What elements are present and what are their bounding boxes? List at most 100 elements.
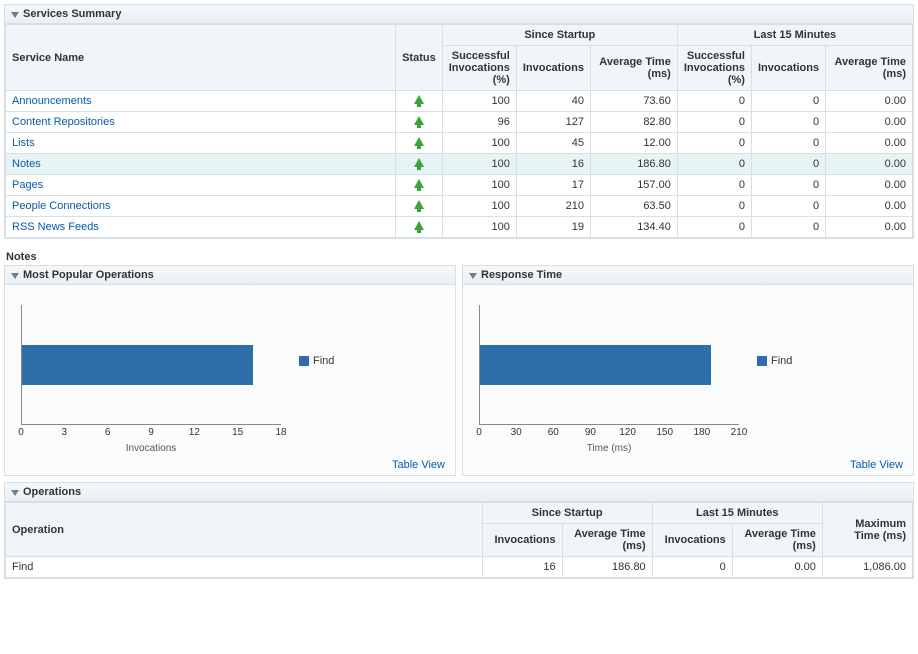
- cell-inv: 17: [516, 175, 590, 196]
- operations-header[interactable]: Operations: [5, 483, 913, 502]
- col-avg-startup[interactable]: Average Time (ms): [590, 46, 677, 91]
- response-time-header[interactable]: Response Time: [463, 266, 913, 285]
- collapse-icon[interactable]: [11, 273, 19, 279]
- chart-tick: 9: [148, 427, 154, 438]
- cell-succ: 100: [442, 175, 516, 196]
- col-succ-startup[interactable]: Successful Invocations (%): [442, 46, 516, 91]
- collapse-icon[interactable]: [11, 12, 19, 18]
- col-succ-last15[interactable]: Successful Invocations (%): [677, 46, 751, 91]
- cell-op: Find: [6, 557, 483, 578]
- operations-table: Operation Since Startup Last 15 Minutes …: [5, 502, 913, 578]
- cell-succ: 96: [442, 112, 516, 133]
- response-time-panel: Response Time Find 0306090120150180210 T…: [462, 265, 914, 476]
- cell-lsucc: 0: [677, 91, 751, 112]
- chart-tick: 0: [18, 427, 24, 438]
- chart-xlabel: Time (ms): [479, 443, 739, 454]
- cell-lavg: 0.00: [826, 154, 913, 175]
- chart-xlabel: Invocations: [21, 443, 281, 454]
- collapse-icon[interactable]: [11, 490, 19, 496]
- cell-lavg: 0.00: [826, 175, 913, 196]
- cell-inv: 19: [516, 217, 590, 238]
- cell-lsucc: 0: [677, 112, 751, 133]
- cell-lsucc: 0: [677, 133, 751, 154]
- col-group-last15: Last 15 Minutes: [652, 503, 822, 524]
- cell-lavg: 0.00: [732, 557, 822, 578]
- table-row[interactable]: Notes10016186.80000.00: [6, 154, 913, 175]
- status-up-icon: [414, 221, 424, 230]
- cell-lavg: 0.00: [826, 217, 913, 238]
- chart-tick: 210: [731, 427, 748, 438]
- legend-swatch: [299, 356, 309, 366]
- service-link[interactable]: Notes: [12, 158, 41, 170]
- chart-tick: 120: [619, 427, 636, 438]
- popular-operations-header[interactable]: Most Popular Operations: [5, 266, 455, 285]
- cell-lavg: 0.00: [826, 91, 913, 112]
- chart-tick: 90: [585, 427, 596, 438]
- popular-operations-title: Most Popular Operations: [23, 269, 154, 281]
- chart-legend: Find: [299, 355, 334, 367]
- col-inv-last15[interactable]: Invocations: [652, 524, 732, 557]
- col-inv-startup[interactable]: Invocations: [516, 46, 590, 91]
- cell-linv: 0: [751, 217, 825, 238]
- chart-tick: 60: [548, 427, 559, 438]
- col-max[interactable]: Maximum Time (ms): [822, 503, 912, 557]
- legend-label: Find: [771, 355, 792, 367]
- cell-lsucc: 0: [677, 154, 751, 175]
- status-up-icon: [414, 95, 424, 104]
- cell-linv: 0: [751, 133, 825, 154]
- table-row[interactable]: Lists1004512.00000.00: [6, 133, 913, 154]
- service-link[interactable]: People Connections: [12, 200, 110, 212]
- table-row[interactable]: Pages10017157.00000.00: [6, 175, 913, 196]
- col-operation[interactable]: Operation: [6, 503, 483, 557]
- service-link[interactable]: Announcements: [12, 95, 92, 107]
- cell-avg: 134.40: [590, 217, 677, 238]
- cell-max: 1,086.00: [822, 557, 912, 578]
- cell-succ: 100: [442, 217, 516, 238]
- col-avg-last15[interactable]: Average Time (ms): [732, 524, 822, 557]
- cell-inv: 40: [516, 91, 590, 112]
- table-row[interactable]: Content Repositories9612782.80000.00: [6, 112, 913, 133]
- cell-lavg: 0.00: [826, 133, 913, 154]
- cell-linv: 0: [751, 154, 825, 175]
- col-avg-startup[interactable]: Average Time (ms): [562, 524, 652, 557]
- collapse-icon[interactable]: [469, 273, 477, 279]
- cell-linv: 0: [751, 112, 825, 133]
- col-group-startup: Since Startup: [442, 25, 677, 46]
- table-view-link[interactable]: Table View: [392, 459, 445, 471]
- chart-tick: 0: [476, 427, 482, 438]
- cell-avg: 63.50: [590, 196, 677, 217]
- cell-avg: 186.80: [590, 154, 677, 175]
- chart-tick: 30: [511, 427, 522, 438]
- cell-inv: 16: [516, 154, 590, 175]
- table-row[interactable]: Announcements1004073.60000.00: [6, 91, 913, 112]
- chart-bar: [22, 345, 253, 385]
- col-avg-last15[interactable]: Average Time (ms): [826, 46, 913, 91]
- service-link[interactable]: Lists: [12, 137, 35, 149]
- cell-inv: 45: [516, 133, 590, 154]
- services-table: Service Name Status Since Startup Last 1…: [5, 24, 913, 238]
- service-link[interactable]: Pages: [12, 179, 43, 191]
- service-link[interactable]: Content Repositories: [12, 116, 115, 128]
- table-row[interactable]: RSS News Feeds10019134.40000.00: [6, 217, 913, 238]
- col-group-last15: Last 15 Minutes: [677, 25, 912, 46]
- status-up-icon: [414, 137, 424, 146]
- chart-tick: 12: [189, 427, 200, 438]
- services-summary-header[interactable]: Services Summary: [5, 5, 913, 24]
- table-row[interactable]: Find16186.8000.001,086.00: [6, 557, 913, 578]
- legend-swatch: [757, 356, 767, 366]
- cell-inv: 16: [482, 557, 562, 578]
- table-row[interactable]: People Connections10021063.50000.00: [6, 196, 913, 217]
- operations-title: Operations: [23, 486, 81, 498]
- col-status[interactable]: Status: [396, 25, 443, 91]
- col-inv-last15[interactable]: Invocations: [751, 46, 825, 91]
- service-link[interactable]: RSS News Feeds: [12, 221, 99, 233]
- chart-legend: Find: [757, 355, 792, 367]
- col-service-name[interactable]: Service Name: [6, 25, 396, 91]
- col-inv-startup[interactable]: Invocations: [482, 524, 562, 557]
- chart-tick: 18: [275, 427, 286, 438]
- chart-tick: 6: [105, 427, 111, 438]
- table-view-link[interactable]: Table View: [850, 459, 903, 471]
- cell-lsucc: 0: [677, 217, 751, 238]
- response-time-title: Response Time: [481, 269, 562, 281]
- legend-label: Find: [313, 355, 334, 367]
